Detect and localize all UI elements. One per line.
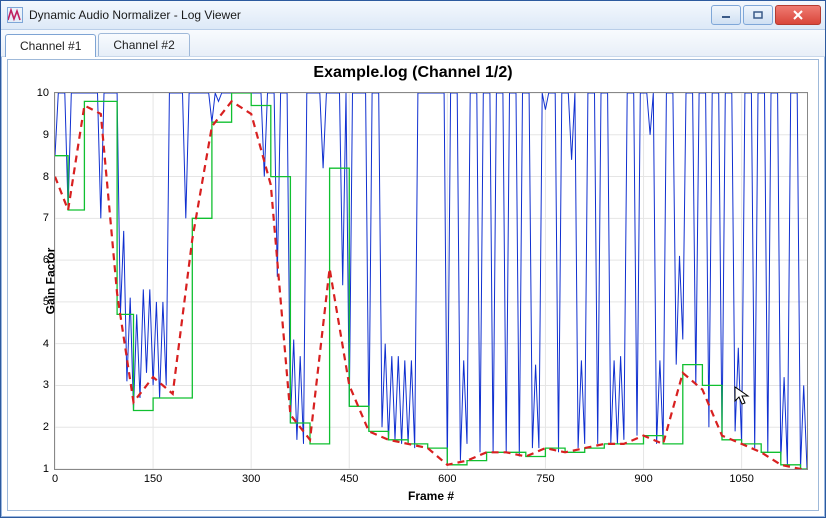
- y-tick: 3: [43, 379, 55, 391]
- x-tick: 450: [340, 469, 358, 485]
- x-tick: 300: [242, 469, 260, 485]
- x-tick: 600: [438, 469, 456, 485]
- y-tick: 4: [43, 338, 55, 350]
- close-button[interactable]: [775, 5, 821, 25]
- x-tick: 150: [144, 469, 162, 485]
- tabstrip: Channel #1 Channel #2: [1, 30, 825, 57]
- x-tick: 750: [536, 469, 554, 485]
- chart-panel: Example.log (Channel 1/2) Gain Factor Fr…: [7, 59, 819, 511]
- chart-title: Example.log (Channel 1/2): [8, 64, 818, 82]
- y-tick: 10: [37, 87, 55, 99]
- x-tick: 0: [52, 469, 58, 485]
- minimize-button[interactable]: [711, 5, 741, 25]
- series-raw: [55, 93, 807, 469]
- plot-area[interactable]: Gain Factor Frame # 12345678910 01503004…: [54, 92, 808, 470]
- x-axis-label: Frame #: [408, 489, 454, 503]
- y-tick: 8: [43, 171, 55, 183]
- app-window: Dynamic Audio Normalizer - Log Viewer Ch…: [0, 0, 826, 518]
- plot-svg: [55, 93, 807, 469]
- x-tick: 1050: [729, 469, 753, 485]
- tab-channel-1[interactable]: Channel #1: [5, 34, 96, 57]
- y-tick: 2: [43, 421, 55, 433]
- series-smoothed: [55, 101, 807, 469]
- x-tick: 900: [634, 469, 652, 485]
- app-icon: [7, 7, 23, 23]
- maximize-button[interactable]: [743, 5, 773, 25]
- y-tick: 5: [43, 296, 55, 308]
- titlebar[interactable]: Dynamic Audio Normalizer - Log Viewer: [1, 1, 825, 30]
- tab-channel-2[interactable]: Channel #2: [98, 33, 189, 56]
- y-tick: 6: [43, 254, 55, 266]
- window-title: Dynamic Audio Normalizer - Log Viewer: [29, 8, 709, 22]
- y-tick: 7: [43, 212, 55, 224]
- y-tick: 9: [43, 129, 55, 141]
